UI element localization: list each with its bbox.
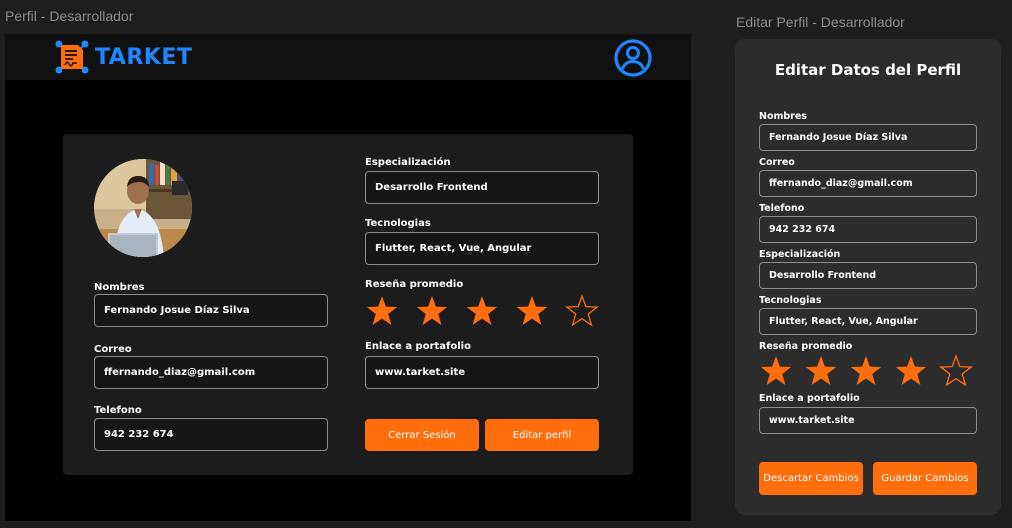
nombres-label: Nombres (94, 282, 145, 293)
star-icon-filled (516, 296, 548, 325)
star-icon-filled (466, 296, 498, 325)
rating-label: Reseña promedio (365, 279, 464, 290)
star-icon-filled[interactable] (804, 354, 838, 388)
edit-portafolio-label: Enlace a portafolio (759, 393, 860, 404)
telefono-label: Telefono (94, 405, 142, 416)
brand-name: TARKET (95, 45, 193, 70)
edit-correo-label: Correo (759, 157, 795, 168)
correo-label: Correo (94, 344, 132, 355)
edit-rating-label: Reseña promedio (759, 341, 853, 352)
logout-button[interactable]: Cerrar Sesión (365, 419, 479, 451)
edit-correo-input[interactable]: ffernando_diaz@gmail.com (759, 170, 977, 197)
correo-field: ffernando_diaz@gmail.com (94, 356, 328, 389)
edit-telefono-label: Telefono (759, 203, 805, 214)
portafolio-label: Enlace a portafolio (365, 341, 471, 352)
discard-changes-button[interactable]: Descartar Cambios (759, 462, 863, 495)
save-changes-button[interactable]: Guardar Cambios (873, 462, 977, 495)
tecnologias-label: Tecnologias (365, 218, 431, 229)
edit-profile-panel: Editar Datos del Perfil Nombres Fernando… (735, 39, 1001, 515)
edit-telefono-input[interactable]: 942 232 674 (759, 216, 977, 243)
panel-title: Editar Datos del Perfil (774, 61, 962, 79)
profile-screen: TARKET Nombres Fernando Josue Díaz Silva… (5, 34, 691, 521)
especializacion-field: Desarrollo Frontend (365, 171, 599, 204)
star-icon-filled (416, 296, 448, 325)
telefono-field: 942 232 674 (94, 418, 328, 451)
edit-profile-button[interactable]: Editar perfil (485, 419, 599, 451)
star-icon-empty (565, 294, 599, 327)
document-logo-icon[interactable] (52, 38, 92, 76)
edit-portafolio-input[interactable]: www.tarket.site (759, 407, 977, 434)
edit-star-rating[interactable] (759, 354, 973, 388)
edit-especializacion-label: Especialización (759, 249, 841, 260)
edit-nombres-label: Nombres (759, 111, 807, 122)
edit-tecnologias-label: Tecnologias (759, 295, 822, 306)
tecnologias-field: Flutter, React, Vue, Angular (365, 232, 599, 265)
star-rating (365, 294, 599, 328)
nombres-field: Fernando Josue Díaz Silva (94, 294, 328, 327)
edit-especializacion-input[interactable]: Desarrollo Frontend (759, 262, 977, 289)
portafolio-field: www.tarket.site (365, 356, 599, 389)
edit-frame-label: Editar Perfil - Desarrollador (736, 14, 905, 30)
star-icon-empty[interactable] (939, 354, 973, 388)
user-circle-icon[interactable] (613, 38, 653, 78)
edit-nombres-input[interactable]: Fernando Josue Díaz Silva (759, 124, 977, 151)
top-navbar: TARKET (5, 34, 691, 80)
avatar (94, 159, 192, 257)
edit-tecnologias-input[interactable]: Flutter, React, Vue, Angular (759, 308, 977, 335)
especializacion-label: Especialización (365, 157, 451, 168)
star-icon-filled[interactable] (759, 354, 793, 388)
star-icon-filled (366, 296, 398, 325)
star-icon-filled[interactable] (849, 354, 883, 388)
star-icon-filled[interactable] (894, 354, 928, 388)
profile-card: Nombres Fernando Josue Díaz Silva Correo… (63, 134, 633, 475)
profile-frame-label: Perfil - Desarrollador (5, 8, 134, 24)
